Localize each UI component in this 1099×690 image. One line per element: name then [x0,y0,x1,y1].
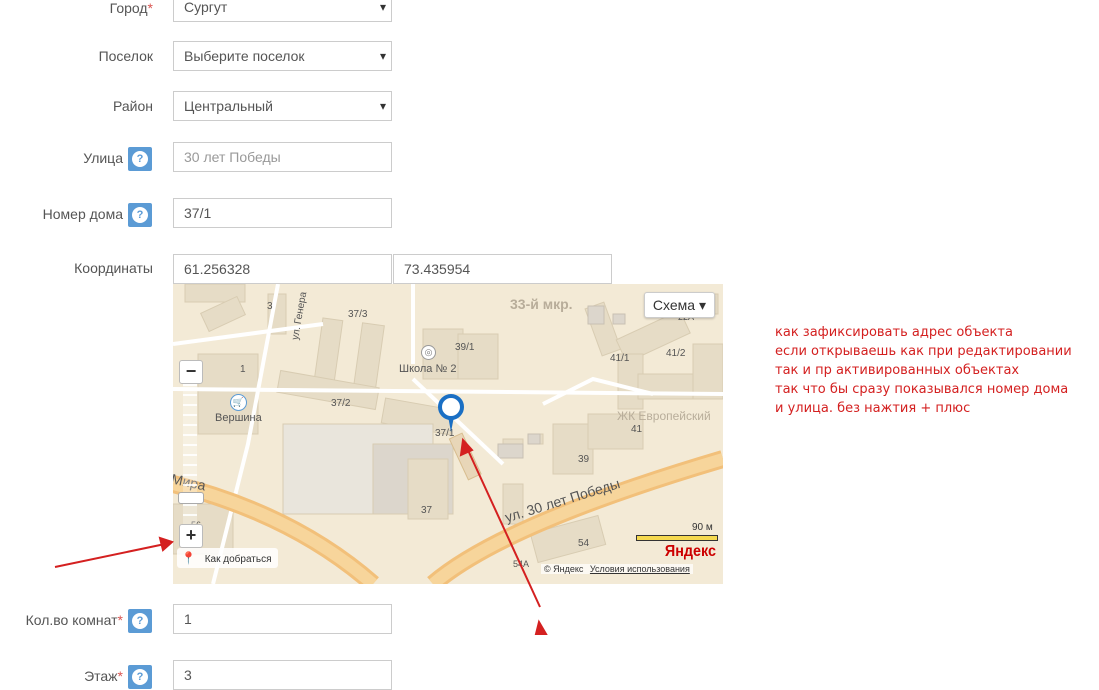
map-label-b41-1: 41/1 [610,353,630,364]
arrow-to-zoom-in [54,536,174,568]
zoom-out-button[interactable]: − [179,360,203,384]
map-label-vershina: Вершина [215,412,262,424]
map-label-b39-1: 39/1 [455,342,475,353]
street-label: Улица [83,150,123,166]
city-select[interactable]: Сургут [173,0,392,22]
map-label-b39: 39 [578,454,590,465]
annotation-note: как зафиксировать адрес объекта если отк… [775,323,1072,418]
note-line: так что бы сразу показывался номер дома [775,382,1069,397]
house-label: Номер дома [42,206,123,222]
map-label-b37-3: 37/3 [348,309,368,320]
note-line: если открываешь как при редактировании [775,344,1072,359]
map-type-button[interactable]: Схема ▾ [643,292,715,318]
route-button[interactable]: 📍 Как добраться [177,548,278,568]
map-label-b3: 3 [267,301,273,312]
map-copyright: © Яндекс Условия использования [541,564,693,574]
district-label: Район [113,98,153,114]
city-label: Город* [109,0,153,16]
map-scale-bar [636,535,718,541]
longitude-input[interactable]: 73.435954 [393,254,612,284]
note-line: и улица. без нажтия + плюс [775,401,971,416]
map-label-eurocomplex: ЖК Европейский [617,409,711,423]
zoom-in-button[interactable]: + [179,524,203,548]
house-input[interactable]: 37/1 [173,198,392,228]
zoom-slider-handle[interactable] [178,492,204,504]
shop-icon: 🛒 [230,394,247,411]
latitude-input[interactable]: 61.256328 [173,254,392,284]
map-label-mkr: 33-й мкр. [510,296,573,312]
terms-link[interactable]: Условия использования [590,564,690,574]
street-help-icon[interactable]: ? [128,147,152,171]
map-label-b41: 41 [631,424,643,435]
map-label-b54a: 54А [513,559,530,569]
floor-input[interactable]: 3 [173,660,392,690]
floor-help-icon[interactable]: ? [128,665,152,689]
map-label-b37-2: 37/2 [331,398,351,409]
map-label-b41-2: 41/2 [666,348,686,359]
house-help-icon[interactable]: ? [128,203,152,227]
rooms-help-icon[interactable]: ? [128,609,152,633]
settlement-label: Поселок [98,48,153,64]
map-label-b1: 1 [240,364,246,375]
floor-label: Этаж* [84,668,123,684]
map-label-school: Школа № 2 [399,363,457,375]
yandex-map[interactable]: 33-й мкр. Школа № 2 ◎ Вершина 🛒 ЖК Европ… [173,284,723,584]
coords-label: Координаты [74,260,153,276]
rooms-input[interactable]: 1 [173,604,392,634]
map-label-b54: 54 [578,538,590,549]
note-line: так и пр активированных объектах [775,363,1020,378]
school-icon: ◎ [421,345,436,360]
route-label: Как добраться [204,554,272,565]
map-label-b37: 37 [421,505,433,516]
route-pin-icon: 📍 [181,551,196,565]
yandex-logo: Яндекс [664,543,717,560]
note-line: как зафиксировать адрес объекта [775,325,1013,340]
district-select[interactable]: Центральный [173,91,392,121]
street-input[interactable]: 30 лет Победы [173,142,392,172]
settlement-select[interactable]: Выберите поселок [173,41,392,71]
map-scale-label: 90 м [692,522,713,533]
copyright-text: © Яндекс [544,564,584,574]
rooms-label: Кол.во комнат* [25,612,123,628]
location-marker-icon[interactable] [436,394,466,434]
